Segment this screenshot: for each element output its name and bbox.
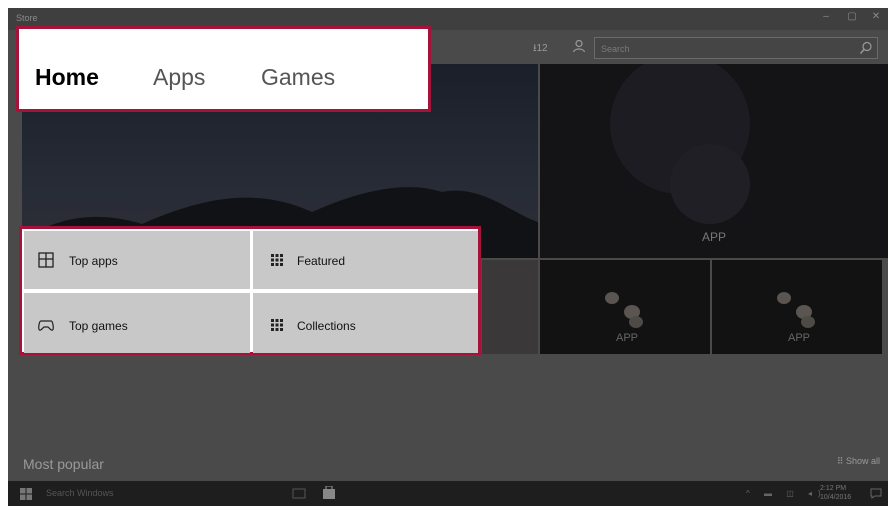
close-button[interactable]: ✕ [868,11,884,25]
tab-apps[interactable]: Apps [153,64,205,91]
grid-icon: ⠿ [836,456,846,466]
top-apps-button[interactable]: Top apps [24,231,250,289]
notification-icon[interactable] [870,488,882,499]
store-taskbar-icon[interactable] [322,486,336,500]
screen: Store – ▢ ✕ ⭳12 Search APP APP APP Most … [0,0,888,506]
stars-image [610,64,750,224]
maximize-button[interactable]: ▢ [844,11,860,25]
downloads-button[interactable]: ⭳12 [533,41,548,58]
account-icon[interactable] [572,39,586,53]
app-tile-label: APP [616,332,639,344]
nav-highlight: Home Apps Games [16,26,431,112]
clock[interactable]: 2:12 PM 10/4/2016 [820,484,851,502]
tab-games[interactable]: Games [261,64,335,91]
app-tile-label: APP [702,230,727,244]
featured-app-tile[interactable]: APP [540,64,888,258]
collections-label: Collections [297,319,356,333]
clock-time: 2:12 PM [820,485,847,492]
collections-button[interactable]: Collections [253,293,478,353]
show-all-link[interactable]: ⠿ Show all [837,456,880,467]
task-view-icon[interactable] [292,488,306,499]
system-tray-icons[interactable]: ^ ▬ ◫ ◂) [746,489,827,498]
featured-label: Featured [297,254,346,268]
show-all-label: Show all [845,456,880,466]
gamepad-icon [38,320,54,331]
grid-icon [271,319,283,331]
top-games-button[interactable]: Top games [24,293,250,353]
top-games-label: Top games [69,319,128,333]
search-box[interactable] [594,37,878,59]
downloads-count: 12 [536,43,548,54]
app-tile[interactable]: APP [540,260,710,354]
quick-links-highlight: Top apps Featured Top games Collections [19,226,481,355]
minimize-button[interactable]: – [818,11,834,25]
app-tile-label: APP [788,332,811,344]
windows-start-icon[interactable] [20,488,32,500]
clock-date: 10/4/2016 [820,494,852,501]
search-input[interactable] [601,41,851,56]
top-apps-icon [38,252,54,268]
photo-tile[interactable] [482,260,538,354]
search-icon[interactable] [859,41,873,55]
grid-icon [271,254,283,266]
featured-button[interactable]: Featured [253,231,478,289]
section-title: Most popular [23,456,104,472]
taskbar: Search Windows ^ ▬ ◫ ◂) 2:12 PM 10/4/201… [8,481,888,506]
taskbar-search[interactable]: Search Windows [46,488,114,498]
tab-home[interactable]: Home [35,64,99,91]
window-title: Store [16,13,38,23]
top-apps-label: Top apps [69,254,118,268]
app-tile[interactable]: APP [712,260,882,354]
